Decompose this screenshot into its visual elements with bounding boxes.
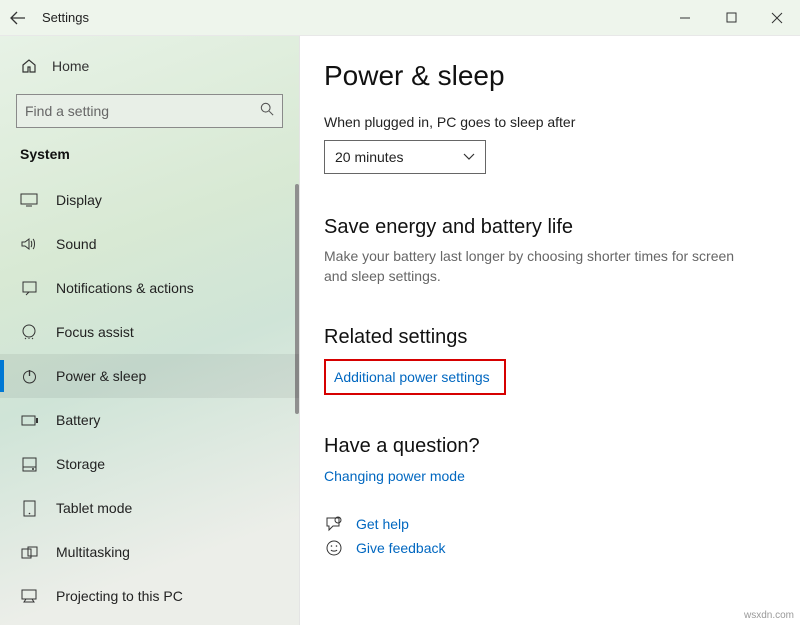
sidebar-item-projecting[interactable]: Projecting to this PC [0,574,299,618]
window-title: Settings [42,10,89,25]
close-icon [771,12,783,24]
save-energy-heading: Save energy and battery life [324,216,776,239]
settings-window: Settings Home [0,0,800,625]
get-help-link[interactable]: Get help [356,516,409,532]
get-help-row[interactable]: Get help [324,516,776,532]
projecting-icon [20,589,38,603]
changing-power-mode-link[interactable]: Changing power mode [324,468,465,484]
sidebar-item-battery[interactable]: Battery [0,398,299,442]
sidebar-item-label: Projecting to this PC [56,588,183,604]
sidebar-section-heading: System [16,140,283,174]
save-energy-text: Make your battery last longer by choosin… [324,247,744,286]
storage-icon [20,457,38,472]
battery-icon [20,415,38,426]
power-icon [20,369,38,384]
focus-assist-icon [20,324,38,340]
sidebar-item-focus-assist[interactable]: Focus assist [0,310,299,354]
sidebar-item-label: Sound [56,236,96,252]
sidebar-item-label: Notifications & actions [56,280,194,296]
feedback-icon [324,540,344,556]
sidebar-item-tablet-mode[interactable]: Tablet mode [0,486,299,530]
tablet-icon [20,500,38,517]
question-heading: Have a question? [324,435,776,458]
give-feedback-link[interactable]: Give feedback [356,540,446,556]
sidebar-item-power-sleep[interactable]: Power & sleep [0,354,299,398]
sound-icon [20,237,38,251]
sleep-after-label: When plugged in, PC goes to sleep after [324,114,776,130]
display-icon [20,193,38,207]
sleep-dropdown[interactable]: 20 minutes [324,140,486,174]
sidebar-item-label: Multitasking [56,544,130,560]
sidebar-item-label: Tablet mode [56,500,132,516]
sidebar-item-sound[interactable]: Sound [0,222,299,266]
sleep-dropdown-value: 20 minutes [335,149,403,165]
minimize-button[interactable] [662,0,708,36]
help-icon [324,516,344,532]
sidebar-nav: Display Sound Notifications & actions Fo… [0,178,299,625]
notifications-icon [20,281,38,296]
watermark: wsxdn.com [744,610,794,621]
search-icon [260,102,274,121]
sidebar-home[interactable]: Home [16,48,283,84]
sidebar-item-notifications[interactable]: Notifications & actions [0,266,299,310]
sidebar-item-label: Storage [56,456,105,472]
back-button[interactable] [0,0,36,36]
maximize-button[interactable] [708,0,754,36]
sidebar-item-storage[interactable]: Storage [0,442,299,486]
sidebar: Home System Display Sound [0,36,300,625]
close-button[interactable] [754,0,800,36]
related-settings-heading: Related settings [324,326,776,349]
arrow-left-icon [10,10,26,26]
main-content: Power & sleep When plugged in, PC goes t… [300,36,800,625]
sidebar-item-label: Display [56,192,102,208]
titlebar: Settings [0,0,800,36]
search-box[interactable] [16,94,283,128]
chevron-down-icon [463,153,475,161]
sidebar-item-multitasking[interactable]: Multitasking [0,530,299,574]
maximize-icon [726,12,737,23]
home-icon [20,58,38,74]
minimize-icon [679,12,691,24]
give-feedback-row[interactable]: Give feedback [324,540,776,556]
sidebar-home-label: Home [52,58,89,74]
sidebar-item-label: Focus assist [56,324,134,340]
multitasking-icon [20,546,38,559]
page-title: Power & sleep [324,60,776,92]
sidebar-item-display[interactable]: Display [0,178,299,222]
sidebar-item-label: Battery [56,412,100,428]
additional-power-settings-link[interactable]: Additional power settings [324,359,506,395]
sidebar-item-label: Power & sleep [56,368,146,384]
search-input[interactable] [25,103,256,119]
